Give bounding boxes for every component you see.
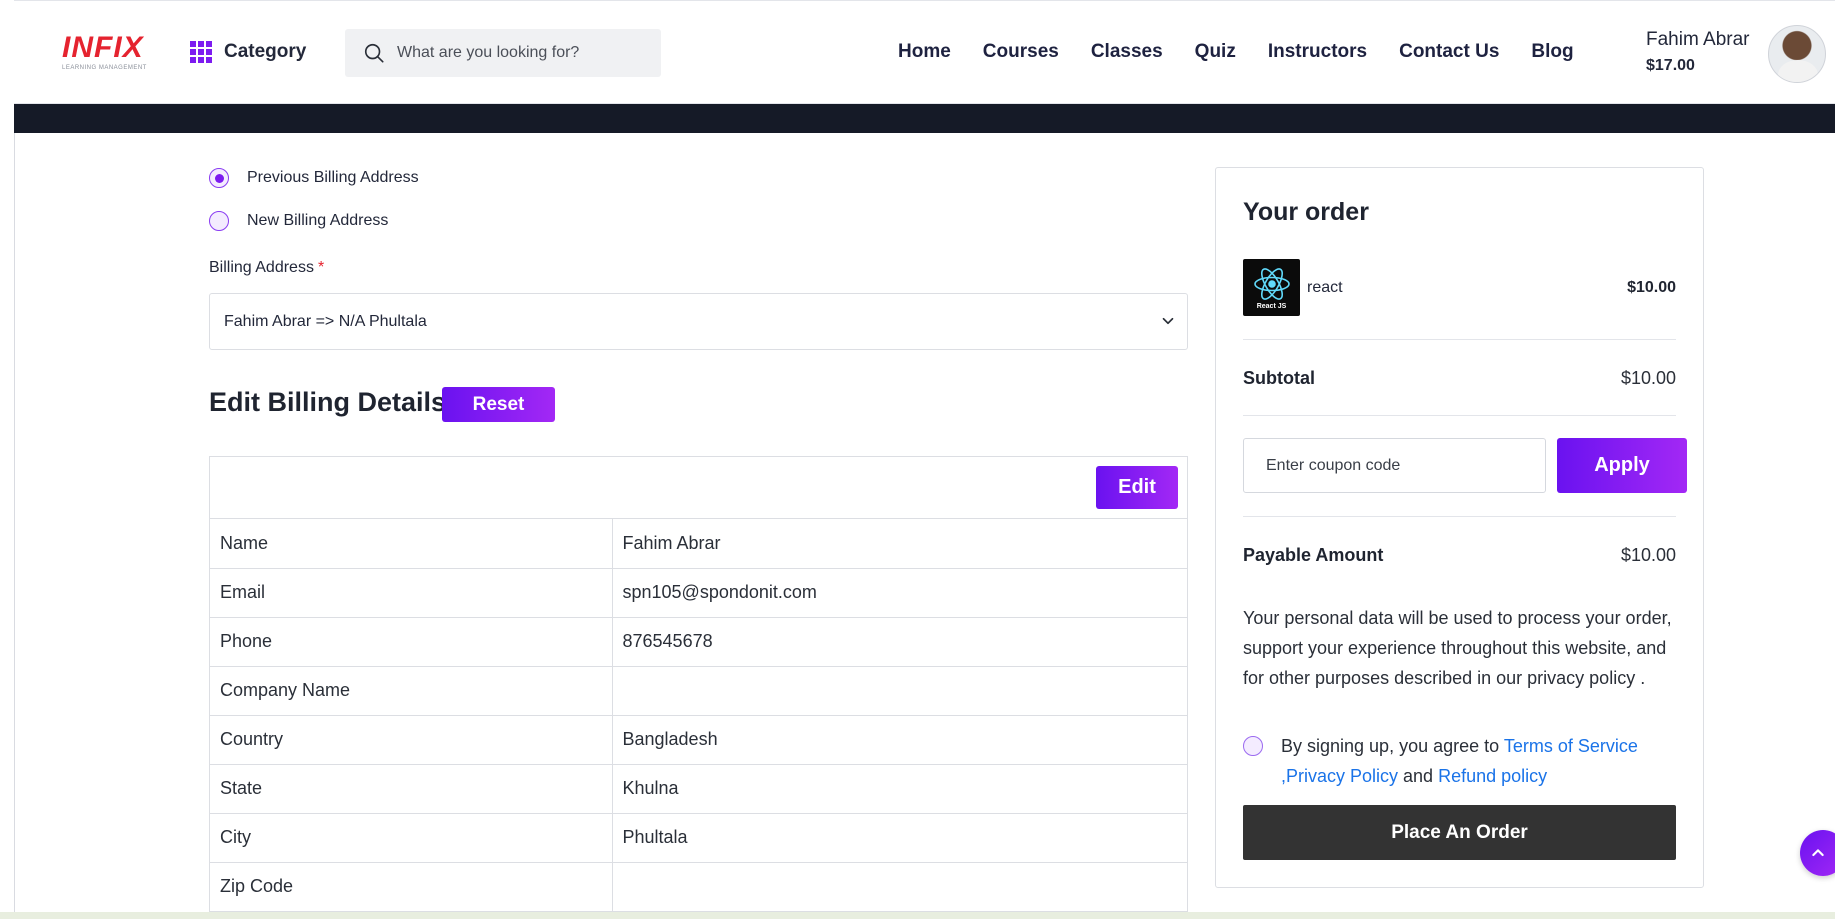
agree-checkbox[interactable] xyxy=(1243,736,1263,756)
and-text: and xyxy=(1398,766,1439,786)
radio-button-selected[interactable] xyxy=(209,168,229,188)
privacy-policy-link[interactable]: ,Privacy Policy xyxy=(1281,766,1398,786)
edit-row: Edit xyxy=(210,457,1187,519)
agree-prefix: By signing up, you agree to xyxy=(1281,736,1504,756)
nav-home[interactable]: Home xyxy=(898,41,951,63)
payable-label: Payable Amount xyxy=(1243,545,1384,565)
apply-button[interactable]: Apply xyxy=(1557,438,1687,493)
row-value xyxy=(612,862,1187,912)
order-title: Your order xyxy=(1243,198,1369,226)
agree-text: By signing up, you agree to Terms of Ser… xyxy=(1281,731,1638,791)
billing-address-label-text: Billing Address xyxy=(209,259,314,276)
place-order-button[interactable]: Place An Order xyxy=(1243,805,1676,860)
user-balance: $17.00 xyxy=(1646,57,1695,74)
grid-icon xyxy=(190,41,212,63)
table-row: Zip Code xyxy=(210,862,1187,912)
details-table: Name Fahim Abrar Email spn105@spondonit.co… xyxy=(210,519,1187,912)
table-row: State Khulna xyxy=(210,764,1187,814)
thumb-caption: React JS xyxy=(1256,302,1287,310)
divider xyxy=(1243,516,1676,517)
radio-previous-billing[interactable]: Previous Billing Address xyxy=(209,168,419,188)
avatar-body xyxy=(1778,60,1818,82)
row-value: Phultala xyxy=(612,813,1187,863)
agree-terms-row: By signing up, you agree to Terms of Ser… xyxy=(1243,731,1683,791)
table-row: Email spn105@spondonit.com xyxy=(210,568,1187,618)
table-row: City Phultala xyxy=(210,813,1187,863)
table-row: Name Fahim Abrar xyxy=(210,519,1187,569)
row-value: spn105@spondonit.com xyxy=(612,568,1187,618)
row-value: Fahim Abrar xyxy=(612,519,1187,569)
coupon-input[interactable] xyxy=(1243,438,1546,493)
avatar[interactable] xyxy=(1768,25,1826,83)
bottom-strip xyxy=(0,912,1835,919)
table-row: Company Name xyxy=(210,666,1187,716)
row-value: Bangladesh xyxy=(612,715,1187,765)
chevron-down-icon xyxy=(1162,317,1174,325)
radio-new-billing[interactable]: New Billing Address xyxy=(209,211,388,231)
selected-address: Fahim Abrar => N/A Phultala xyxy=(224,312,427,330)
user-name: Fahim Abrar xyxy=(1646,29,1750,50)
site-header: INFIX LEARNING MANAGEMENT Category Home … xyxy=(14,0,1835,104)
site-logo[interactable]: INFIX LEARNING MANAGEMENT xyxy=(62,33,154,73)
radio-button[interactable] xyxy=(209,211,229,231)
user-info[interactable]: Fahim Abrar $17.00 xyxy=(1646,29,1749,75)
billing-address-select[interactable]: Fahim Abrar => N/A Phultala xyxy=(209,293,1188,350)
radio-label: New Billing Address xyxy=(247,212,389,229)
nav-quiz[interactable]: Quiz xyxy=(1195,41,1236,63)
row-key: State xyxy=(210,764,613,814)
nav-courses[interactable]: Courses xyxy=(983,41,1059,63)
nav-blog[interactable]: Blog xyxy=(1531,41,1573,63)
row-key: Country xyxy=(210,715,613,765)
reset-button[interactable]: Reset xyxy=(442,387,555,422)
edit-billing-title: Edit Billing Details xyxy=(209,387,447,417)
logo-subtitle: LEARNING MANAGEMENT xyxy=(62,65,147,71)
nav-instructors[interactable]: Instructors xyxy=(1268,41,1367,63)
row-value xyxy=(612,666,1187,716)
row-key: Phone xyxy=(210,617,613,667)
edit-button[interactable]: Edit xyxy=(1096,466,1178,509)
header-dark-band xyxy=(14,104,1835,133)
product-thumbnail: React JS xyxy=(1243,259,1300,316)
row-key: Email xyxy=(210,568,613,618)
search-bar xyxy=(345,29,661,77)
table-row: Country Bangladesh xyxy=(210,715,1187,765)
nav-classes[interactable]: Classes xyxy=(1091,41,1163,63)
row-key: Company Name xyxy=(210,666,613,716)
refund-policy-link[interactable]: Refund policy xyxy=(1438,766,1547,786)
payable-value: $10.00 xyxy=(1620,545,1676,565)
privacy-notice: Your personal data will be used to proce… xyxy=(1243,608,1672,688)
terms-of-service-link[interactable]: Terms of Service xyxy=(1504,736,1638,756)
required-mark: * xyxy=(317,259,325,276)
arrow-up-icon xyxy=(1812,849,1824,857)
radio-label: Previous Billing Address xyxy=(247,169,419,186)
search-input[interactable] xyxy=(397,44,647,62)
nav-contact-us[interactable]: Contact Us xyxy=(1399,41,1499,63)
row-value: 876545678 xyxy=(612,617,1187,667)
main-nav: Home Courses Classes Quiz Instructors Co… xyxy=(898,41,1574,63)
divider xyxy=(1243,339,1676,340)
row-key: Name xyxy=(210,519,613,569)
table-row: Phone 876545678 xyxy=(210,617,1187,667)
billing-address-label: Billing Address * xyxy=(209,259,324,277)
subtotal-value: $10.00 xyxy=(1620,368,1676,388)
category-label: Category xyxy=(224,41,307,62)
product-name: react xyxy=(1307,279,1343,296)
row-key: Zip Code xyxy=(210,862,613,912)
subtotal-label: Subtotal xyxy=(1243,368,1315,388)
category-menu-button[interactable]: Category xyxy=(190,41,306,63)
divider xyxy=(1243,415,1676,416)
logo-text: INFIX xyxy=(62,31,144,64)
row-key: City xyxy=(210,813,613,863)
product-price: $10.00 xyxy=(1627,279,1676,296)
react-logo-icon xyxy=(1253,267,1290,300)
billing-details-table: Edit Name Fahim Abrar Email spn105@spondon… xyxy=(209,456,1188,919)
order-summary: Your order React JS react $10.00 Subtota… xyxy=(1215,167,1704,888)
search-icon[interactable] xyxy=(363,42,385,64)
row-value: Khulna xyxy=(612,764,1187,814)
